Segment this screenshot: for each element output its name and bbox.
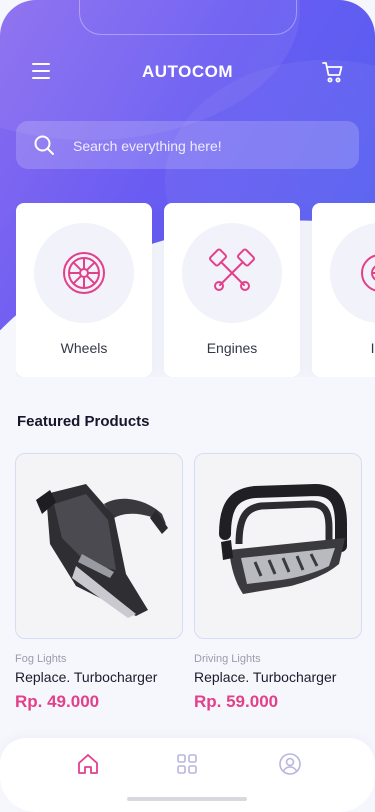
category-label: Wheels xyxy=(60,340,108,356)
turbo-icon xyxy=(361,254,375,292)
product-name: Replace. Turbocharger xyxy=(194,669,337,685)
home-icon[interactable] xyxy=(76,752,100,776)
category-icon-circle xyxy=(34,223,134,323)
grid-icon[interactable] xyxy=(175,752,199,776)
bull-bar-image xyxy=(219,483,347,594)
home-indicator xyxy=(127,797,247,801)
category-card-wheels[interactable]: Wheels xyxy=(16,203,152,377)
wheel-icon xyxy=(63,252,105,294)
product-name: Replace. Turbocharger xyxy=(15,669,158,685)
category-card-ins[interactable]: Ins xyxy=(312,203,375,377)
category-card-engines[interactable]: Engines xyxy=(164,203,300,377)
product-card[interactable]: Fog Lights Replace. Turbocharger Rp. 49.… xyxy=(15,453,183,712)
profile-icon[interactable] xyxy=(278,752,302,776)
category-label: Ins xyxy=(370,340,375,356)
device-notch xyxy=(79,0,297,35)
top-bar: AUTOCOM xyxy=(0,56,375,90)
search-input[interactable] xyxy=(71,121,345,171)
product-image xyxy=(15,453,183,639)
search-icon[interactable] xyxy=(32,133,56,157)
section-title: Featured Products xyxy=(17,413,150,430)
product-category: Fog Lights xyxy=(15,653,67,665)
category-icon-circle xyxy=(330,223,375,323)
search-bar[interactable] xyxy=(16,121,359,171)
app-title: AUTOCOM xyxy=(141,62,233,81)
product-price: Rp. 59.000 xyxy=(194,692,279,711)
cart-icon[interactable] xyxy=(321,60,345,84)
app-screen: AUTOCOM Search everything here! Wheels E… xyxy=(0,0,375,812)
product-card[interactable]: Driving Lights Replace. Turbocharger Rp.… xyxy=(194,453,362,712)
category-list: Wheels Engines I xyxy=(16,203,375,377)
pistons-icon xyxy=(208,248,256,291)
product-price: Rp. 49.000 xyxy=(15,692,100,711)
category-label: Engines xyxy=(206,340,258,356)
product-category: Driving Lights xyxy=(194,653,261,665)
product-image xyxy=(194,453,362,639)
category-icon-circle xyxy=(182,223,282,323)
air-intake-image xyxy=(36,484,168,618)
